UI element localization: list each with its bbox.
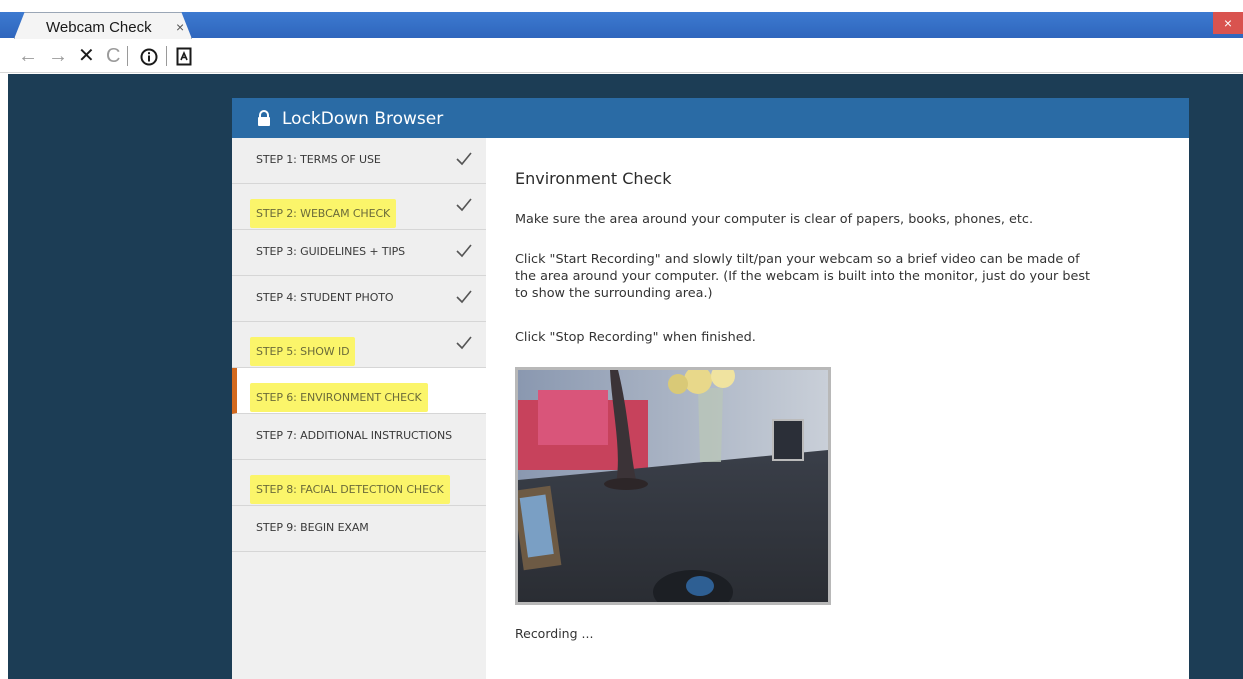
info-icon[interactable] [140,48,158,66]
step-environment-check[interactable]: STEP 6: ENVIRONMENT CHECK [232,368,486,414]
step-label: STEP 3: GUIDELINES + TIPS [256,245,406,258]
step-label: STEP 8: FACIAL DETECTION CHECK [250,475,450,504]
webcam-video-frame [518,370,828,602]
forward-arrow-icon[interactable]: → [48,43,68,69]
check-icon [456,290,472,304]
check-icon [456,244,472,258]
app-header: LockDown Browser [232,98,1189,138]
back-arrow-icon[interactable]: ← [18,43,38,69]
stop-icon[interactable]: ✕ [78,43,95,69]
step-label: STEP 1: TERMS OF USE [256,153,381,166]
toolbar-separator [127,46,128,66]
app-title: LockDown Browser [282,109,444,129]
step-label: STEP 9: BEGIN EXAM [256,521,369,534]
webcam-preview [515,367,831,605]
step-show-id[interactable]: STEP 5: SHOW ID [232,322,486,368]
instruction-text: Make sure the area around your computer … [515,212,1034,227]
step-label: STEP 2: WEBCAM CHECK [250,199,397,228]
lockdown-app: LockDown Browser STEP 1: TERMS OF USE ST… [232,98,1189,679]
recording-status: Recording ... [515,626,594,641]
reload-icon[interactable]: C [106,43,120,69]
step-begin-exam[interactable]: STEP 9: BEGIN EXAM [232,506,486,552]
step-label: STEP 6: ENVIRONMENT CHECK [250,383,428,412]
check-icon [456,152,472,166]
step-terms-of-use[interactable]: STEP 1: TERMS OF USE [232,138,486,184]
step-additional-instructions[interactable]: STEP 7: ADDITIONAL INSTRUCTIONS [232,414,486,460]
step-facial-detection-check[interactable]: STEP 8: FACIAL DETECTION CHECK [232,460,486,506]
step-label: STEP 5: SHOW ID [250,337,356,366]
toolbar-separator [166,46,167,66]
lock-icon [258,110,270,126]
check-icon [456,198,472,212]
tab-close-icon[interactable]: × [176,19,184,35]
window-close-button[interactable]: × [1213,12,1243,34]
step-label: STEP 7: ADDITIONAL INSTRUCTIONS [256,429,452,442]
tab-title: Webcam Check [46,19,152,36]
step-guidelines-tips[interactable]: STEP 3: GUIDELINES + TIPS [232,230,486,276]
instruction-text: Click "Start Recording" and slowly tilt/… [515,252,1091,301]
check-icon [456,336,472,350]
instruction-text: Click "Stop Recording" when finished. [515,330,756,345]
step-label: STEP 4: STUDENT PHOTO [256,291,394,304]
main-content: Environment Check Make sure the area aro… [486,138,1189,679]
page-title: Environment Check [515,169,672,188]
step-webcam-check[interactable]: STEP 2: WEBCAM CHECK [232,184,486,230]
steps-sidebar: STEP 1: TERMS OF USE STEP 2: WEBCAM CHEC… [232,138,486,679]
document-icon[interactable] [176,47,192,66]
step-student-photo[interactable]: STEP 4: STUDENT PHOTO [232,276,486,322]
